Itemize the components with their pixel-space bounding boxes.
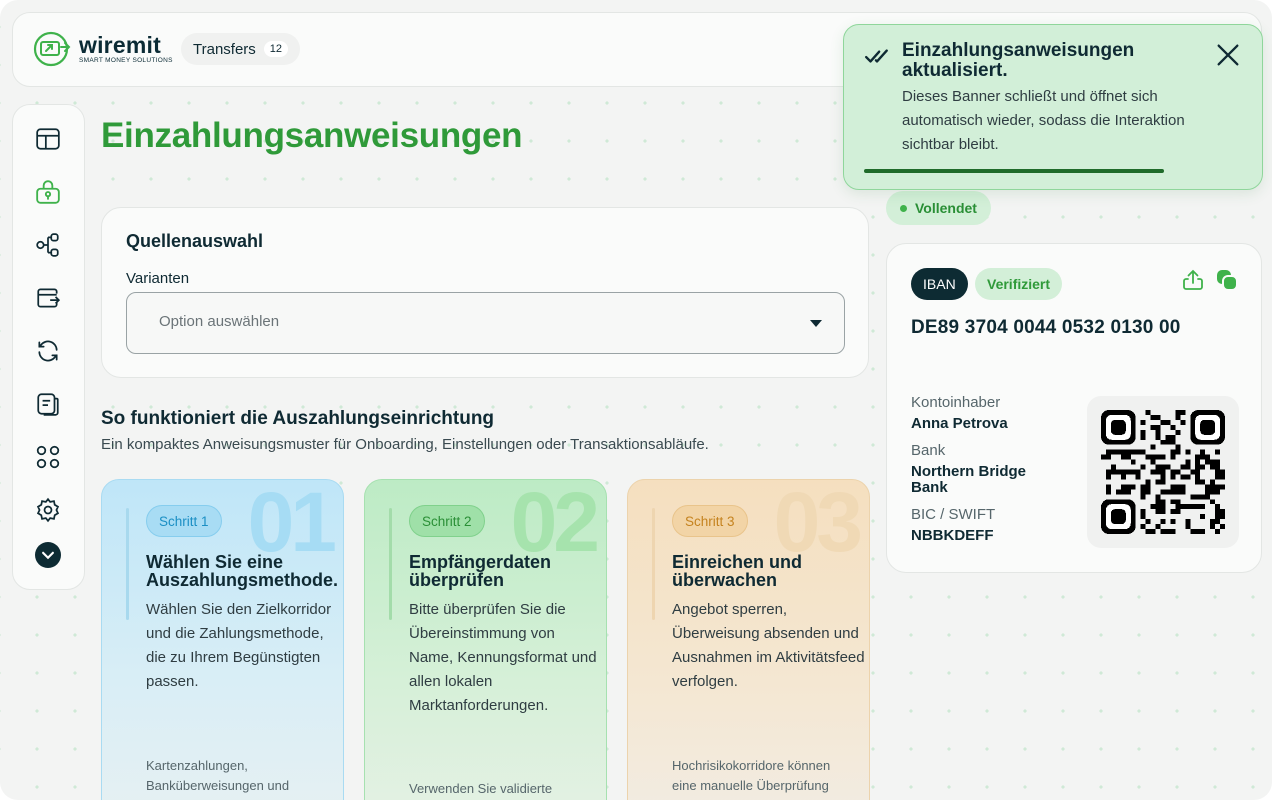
qr-code-icon	[1101, 410, 1225, 534]
toast-title: Einzahlungsanweisungen aktualisiert.	[902, 40, 1135, 81]
app-window: wiremit SMART MONEY SOLUTIONS Transfers …	[0, 0, 1272, 800]
step-badge: Schritt 3	[672, 505, 748, 537]
sidebar-item-sync[interactable]	[33, 336, 63, 366]
sidebar-item-apps[interactable]	[33, 442, 63, 472]
transfers-tab[interactable]: Transfers 12	[181, 33, 301, 65]
sidebar-item-dashboard[interactable]	[33, 124, 63, 154]
variants-label: Varianten	[126, 270, 190, 287]
brand-name: wiremit	[79, 31, 161, 58]
wallet-transfer-icon	[37, 288, 61, 308]
close-icon[interactable]	[1214, 41, 1242, 69]
step-note: Verwenden Sie validierte	[409, 781, 553, 796]
iban-number[interactable]: DE89 3704 0044 0532 0130 00	[911, 314, 1181, 342]
step-badge: Schritt 1	[146, 505, 222, 537]
step-badge: Schritt 2	[409, 505, 485, 537]
copy-button[interactable]	[1215, 268, 1239, 292]
step-accent-bar	[389, 508, 392, 620]
page-title: Einzahlungsanweisungen	[101, 116, 523, 155]
sidebar-item-wallet[interactable]	[33, 283, 63, 313]
network-icon	[36, 233, 59, 257]
step-card-2: 02 Schritt 2 Empfängerdaten überprüfen B…	[364, 479, 607, 800]
sidebar-item-settings[interactable]	[33, 495, 63, 525]
status-label: Vollendet	[915, 200, 977, 216]
step-description: Bitte überprüfen Sie die Übereinstimmung…	[409, 601, 597, 714]
caret-down-icon	[810, 320, 822, 327]
success-toast: Einzahlungsanweisungen aktualisiert. Die…	[843, 24, 1263, 190]
holder-label: Kontoinhaber	[911, 394, 1001, 411]
transfers-count-badge: 12	[263, 41, 289, 57]
section-subtitle: Ein kompaktes Anweisungsmuster für Onboa…	[101, 436, 709, 453]
sidebar-item-documents[interactable]	[33, 389, 63, 419]
source-selection-card: Quellenauswahl Varianten Option auswähle…	[101, 207, 869, 378]
step-card-3: 03 Schritt 3 Einreichen und überwachen A…	[627, 479, 870, 800]
refresh-icon	[38, 340, 58, 362]
brand-logo[interactable]: wiremit SMART MONEY SOLUTIONS	[33, 31, 173, 67]
verified-badge: Verifiziert	[975, 268, 1063, 300]
deposit-lock-icon	[36, 180, 60, 204]
step-accent-bar	[652, 508, 655, 620]
bank-label: Bank	[911, 442, 946, 459]
step-card-1: 01 Schritt 1 Wählen Sie eine Auszahlungs…	[101, 479, 344, 800]
step-description: Wählen Sie den Zielkorridor und die Zahl…	[146, 601, 332, 690]
step-heading: Empfängerdaten überprüfen	[409, 552, 552, 590]
wiremit-logo-icon	[33, 31, 71, 67]
gear-icon	[36, 497, 60, 523]
account-type-badge: IBAN	[911, 268, 968, 300]
chevron-down-icon	[35, 542, 61, 568]
bic-value: NBBKDEFF	[911, 527, 994, 544]
share-button[interactable]	[1181, 268, 1205, 292]
step-heading: Wählen Sie eine Auszahlungsmethode.	[146, 552, 339, 590]
step-description: Angebot sperren, Überweisung absenden un…	[672, 601, 865, 690]
sidebar	[12, 104, 85, 590]
transfers-label: Transfers	[193, 40, 256, 58]
step-note: Hochrisikokorridore können eine manuelle…	[672, 758, 831, 800]
sidebar-expand-button[interactable]	[33, 540, 63, 570]
step-note: Kartenzahlungen, Banküberweisungen und W…	[146, 758, 294, 800]
documents-icon	[37, 393, 59, 416]
card-actions	[1181, 268, 1239, 292]
variants-select-placeholder: Option auswählen	[159, 313, 280, 330]
status-badge: Vollendet	[886, 191, 991, 225]
sidebar-item-network[interactable]	[33, 230, 63, 260]
source-selection-title: Quellenauswahl	[126, 231, 264, 251]
holder-value: Anna Petrova	[911, 415, 1008, 432]
sidebar-item-deposits[interactable]	[33, 177, 63, 207]
status-dot-icon	[900, 204, 907, 212]
account-details-card: IBAN Verifiziert DE89 3704 0044 0532 013…	[886, 243, 1262, 573]
bic-label: BIC / SWIFT	[911, 506, 996, 523]
variants-select[interactable]: Option auswählen	[126, 292, 845, 354]
toast-progress-bar	[864, 169, 1165, 173]
step-heading: Einreichen und überwachen	[672, 552, 803, 590]
qr-code	[1087, 396, 1239, 548]
section-title: So funktioniert die Auszahlungseinrichtu…	[101, 408, 495, 429]
toast-message: Dieses Banner schließt und öffnet sich a…	[902, 88, 1185, 153]
step-accent-bar	[126, 508, 129, 620]
apps-icon	[36, 445, 60, 469]
layout-icon	[36, 128, 60, 150]
share-icon	[1183, 269, 1203, 290]
copy-icon	[1217, 270, 1238, 291]
checkmark-icon	[864, 49, 888, 63]
toast-progress-track	[864, 169, 1244, 173]
brand-tagline: SMART MONEY SOLUTIONS	[79, 56, 173, 64]
bank-value: Northern Bridge Bank	[911, 463, 1027, 496]
